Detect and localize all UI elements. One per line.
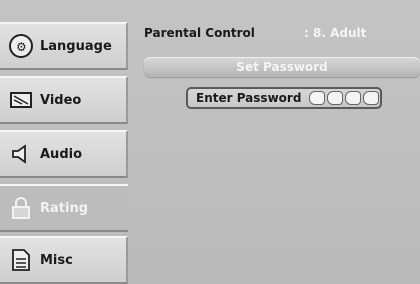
password-digit-slot <box>363 91 380 105</box>
sidebar-item-language[interactable]: ⚙ Language <box>0 22 128 70</box>
sidebar-item-label: Audio <box>40 146 83 162</box>
set-password-header: Set Password <box>144 57 420 77</box>
svg-text:⚙: ⚙ <box>16 40 27 54</box>
sidebar-item-audio[interactable]: Audio <box>0 130 128 178</box>
settings-panel: Parental Control : 8. Adult Set Password… <box>138 0 420 284</box>
set-password-title: Set Password <box>236 60 328 74</box>
password-field[interactable]: Enter Password <box>186 87 382 109</box>
sidebar-item-rating[interactable]: Rating <box>0 184 128 232</box>
sidebar-item-misc[interactable]: Misc <box>0 236 128 284</box>
parental-control-value: : 8. Adult <box>304 26 367 40</box>
sidebar-item-label: Misc <box>40 252 73 268</box>
document-icon <box>8 247 34 273</box>
password-digit-slot <box>345 91 362 105</box>
parental-control-label: Parental Control <box>144 26 255 40</box>
speaker-icon <box>8 141 34 167</box>
parental-control-row[interactable]: Parental Control : 8. Adult <box>144 26 414 40</box>
sidebar-item-video[interactable]: Video <box>0 76 128 124</box>
sidebar-item-label: Rating <box>40 200 89 216</box>
settings-screen: ⚙ Language Video Audio Rating Misc Paren… <box>0 0 420 284</box>
password-digit-slot <box>327 91 344 105</box>
password-prompt: Enter Password <box>196 91 302 105</box>
password-slots <box>309 91 380 105</box>
video-icon <box>8 87 34 113</box>
password-digit-slot <box>309 91 326 105</box>
sidebar-item-label: Language <box>40 38 112 54</box>
language-icon: ⚙ <box>8 33 34 59</box>
lock-icon <box>8 195 34 221</box>
sidebar-item-label: Video <box>40 92 82 108</box>
